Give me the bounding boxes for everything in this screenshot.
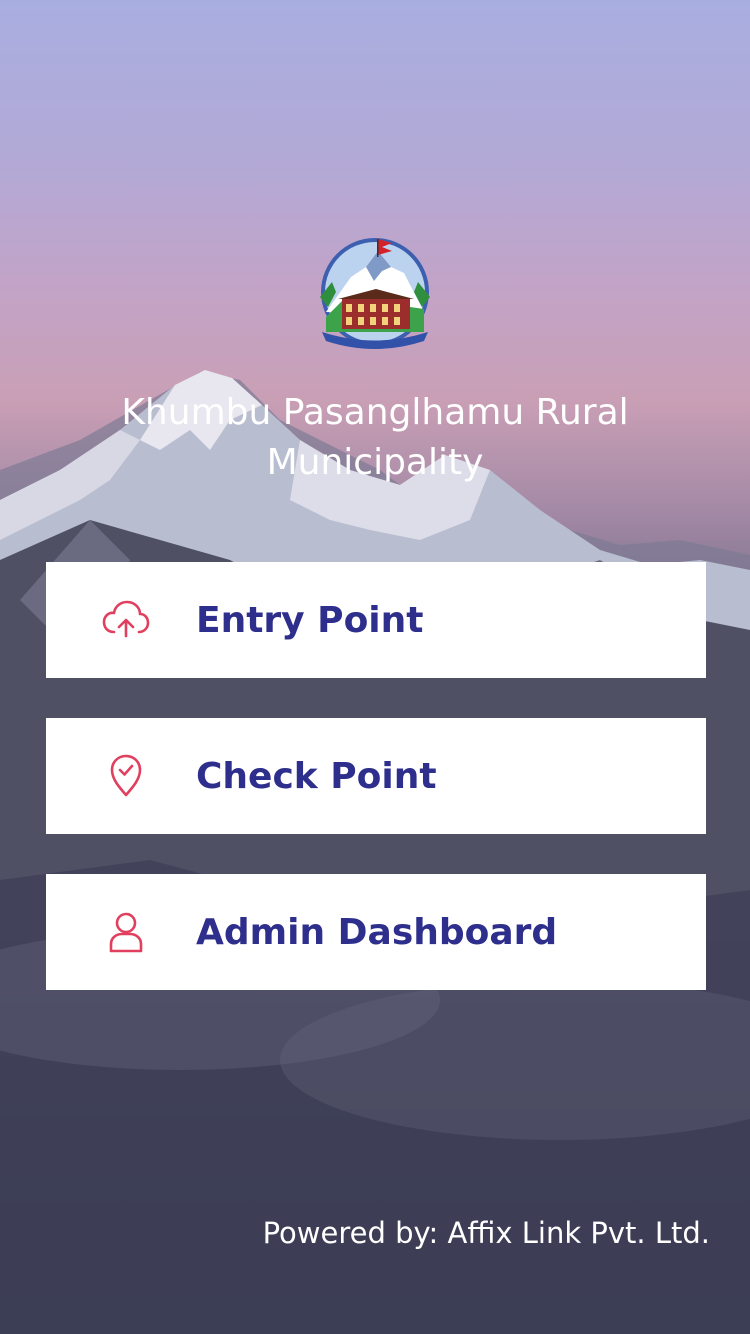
location-check-icon [101,751,151,801]
municipality-emblem-icon [320,238,430,349]
municipality-logo [316,237,434,355]
check-point-label: Check Point [196,755,437,797]
check-point-button[interactable]: Check Point [46,718,706,834]
entry-point-button[interactable]: Entry Point [46,562,706,678]
entry-point-label: Entry Point [196,599,424,641]
cloud-upload-icon [101,595,151,645]
powered-by-footer: Powered by: Affix Link Pvt. Ltd. [262,1216,710,1250]
admin-dashboard-button[interactable]: Admin Dashboard [46,874,706,990]
admin-dashboard-label: Admin Dashboard [196,911,558,953]
page-title: Khumbu Pasanglhamu Rural Municipality [121,392,629,483]
user-icon [101,907,151,957]
